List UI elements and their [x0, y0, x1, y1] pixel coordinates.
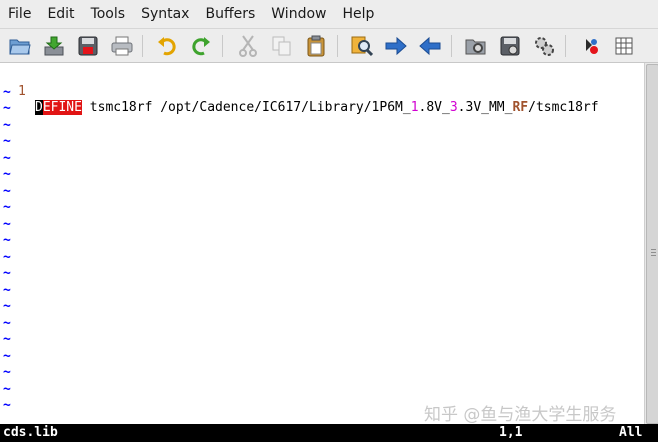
- empty-line-marker: ~: [3, 250, 11, 265]
- vertical-scrollbar[interactable]: [644, 63, 658, 424]
- print-button[interactable]: [109, 33, 135, 59]
- empty-line-marker: ~: [3, 233, 11, 248]
- forward-icon: [385, 36, 407, 56]
- find-replace-icon: [351, 36, 373, 57]
- empty-line-marker: ~: [3, 316, 11, 331]
- menu-bar: File Edit Tools Syntax Buffers Window He…: [0, 0, 658, 29]
- scrollbar-thumb[interactable]: [646, 64, 658, 424]
- redo-icon: [192, 37, 210, 56]
- make-icon: [500, 36, 520, 56]
- empty-line-marker: ~: [3, 382, 11, 397]
- editor-area[interactable]: 1 DEFINE tsmc18rf /opt/Cadence/IC617/Lib…: [0, 63, 644, 424]
- path-text: /tsmc18rf: [528, 100, 599, 115]
- empty-line-marker: ~: [3, 266, 11, 281]
- forward-button[interactable]: [383, 33, 409, 59]
- open-button[interactable]: [7, 33, 33, 59]
- save-button[interactable]: [41, 33, 67, 59]
- number-highlight: 3: [449, 100, 458, 115]
- toolbar-separator: [142, 35, 143, 57]
- path-text: .3V_MM_: [457, 100, 513, 115]
- back-icon: [419, 36, 441, 56]
- menu-file[interactable]: File: [0, 0, 39, 28]
- toolbar-separator: [565, 35, 566, 57]
- empty-line-marker: ~: [3, 332, 11, 347]
- paste-icon: [307, 35, 325, 57]
- empty-line-marker: ~: [3, 283, 11, 298]
- keyword-define: EFINE: [42, 100, 82, 115]
- toolbar-separator: [337, 35, 338, 57]
- toolbar-separator: [451, 35, 452, 57]
- line-content: DEFINE tsmc18rf /opt/Cadence/IC617/Libra…: [35, 100, 599, 116]
- empty-line-marker: ~: [3, 184, 11, 199]
- build-tags-button[interactable]: [531, 33, 557, 59]
- undo-icon: [158, 37, 176, 56]
- empty-line-marker: ~: [3, 85, 11, 100]
- scrollbar-grip: [651, 252, 656, 253]
- line-number: 1: [18, 84, 26, 99]
- status-scroll-position: All: [619, 425, 643, 440]
- cut-button[interactable]: [235, 33, 261, 59]
- empty-line-marker: ~: [3, 299, 11, 314]
- empty-line-marker: ~: [3, 200, 11, 215]
- menu-syntax[interactable]: Syntax: [133, 0, 197, 28]
- paste-button[interactable]: [303, 33, 329, 59]
- make-button[interactable]: [497, 33, 523, 59]
- build-tags-icon: [535, 37, 554, 56]
- save-all-icon: [78, 36, 98, 56]
- empty-line-marker: ~: [3, 349, 11, 364]
- copy-icon: [272, 36, 291, 56]
- undo-button[interactable]: [155, 33, 181, 59]
- number-highlight: 1: [410, 100, 419, 115]
- empty-line-marker: ~: [3, 167, 11, 182]
- redo-button[interactable]: [187, 33, 213, 59]
- special-highlight: RF: [512, 100, 529, 115]
- toolbar: [0, 29, 658, 63]
- save-icon: [44, 36, 64, 56]
- table-icon: [615, 37, 633, 55]
- print-icon: [111, 36, 133, 56]
- open-icon: [9, 39, 31, 55]
- table-button[interactable]: [611, 33, 637, 59]
- text-line-1[interactable]: 1 DEFINE tsmc18rf /opt/Cadence/IC617/Lib…: [0, 68, 599, 115]
- cut-icon: [239, 35, 257, 57]
- menu-tools[interactable]: Tools: [83, 0, 134, 28]
- scrollbar-grip: [651, 249, 656, 250]
- save-all-button[interactable]: [75, 33, 101, 59]
- shell-icon: [586, 39, 598, 54]
- status-filename: cds.lib: [3, 425, 58, 440]
- menu-help[interactable]: Help: [334, 0, 382, 28]
- empty-line-marker: ~: [3, 217, 11, 232]
- path-text: .8V_: [418, 100, 450, 115]
- copy-button[interactable]: [269, 33, 295, 59]
- path-text: tsmc18rf /opt/Cadence/IC617/Library/1P6M…: [81, 100, 411, 115]
- empty-line-marker: ~: [3, 118, 11, 133]
- shell-button[interactable]: [577, 33, 603, 59]
- empty-line-marker: ~: [3, 101, 11, 116]
- status-line: cds.lib 1,1 All: [0, 424, 658, 442]
- status-cursor-position: 1,1: [499, 425, 523, 440]
- empty-line-marker: ~: [3, 398, 11, 413]
- empty-line-marker: ~: [3, 365, 11, 380]
- empty-line-marker: ~: [3, 151, 11, 166]
- find-replace-button[interactable]: [349, 33, 375, 59]
- watermark: 知乎 @鱼与渔大学生服务: [424, 405, 617, 425]
- cursor: D: [35, 100, 43, 115]
- session-icon: [465, 39, 486, 55]
- menu-window[interactable]: Window: [263, 0, 334, 28]
- menu-buffers[interactable]: Buffers: [197, 0, 263, 28]
- menu-edit[interactable]: Edit: [39, 0, 82, 28]
- back-button[interactable]: [417, 33, 443, 59]
- scrollbar-grip: [651, 255, 656, 256]
- session-button[interactable]: [463, 33, 489, 59]
- toolbar-separator: [222, 35, 223, 57]
- empty-line-marker: ~: [3, 134, 11, 149]
